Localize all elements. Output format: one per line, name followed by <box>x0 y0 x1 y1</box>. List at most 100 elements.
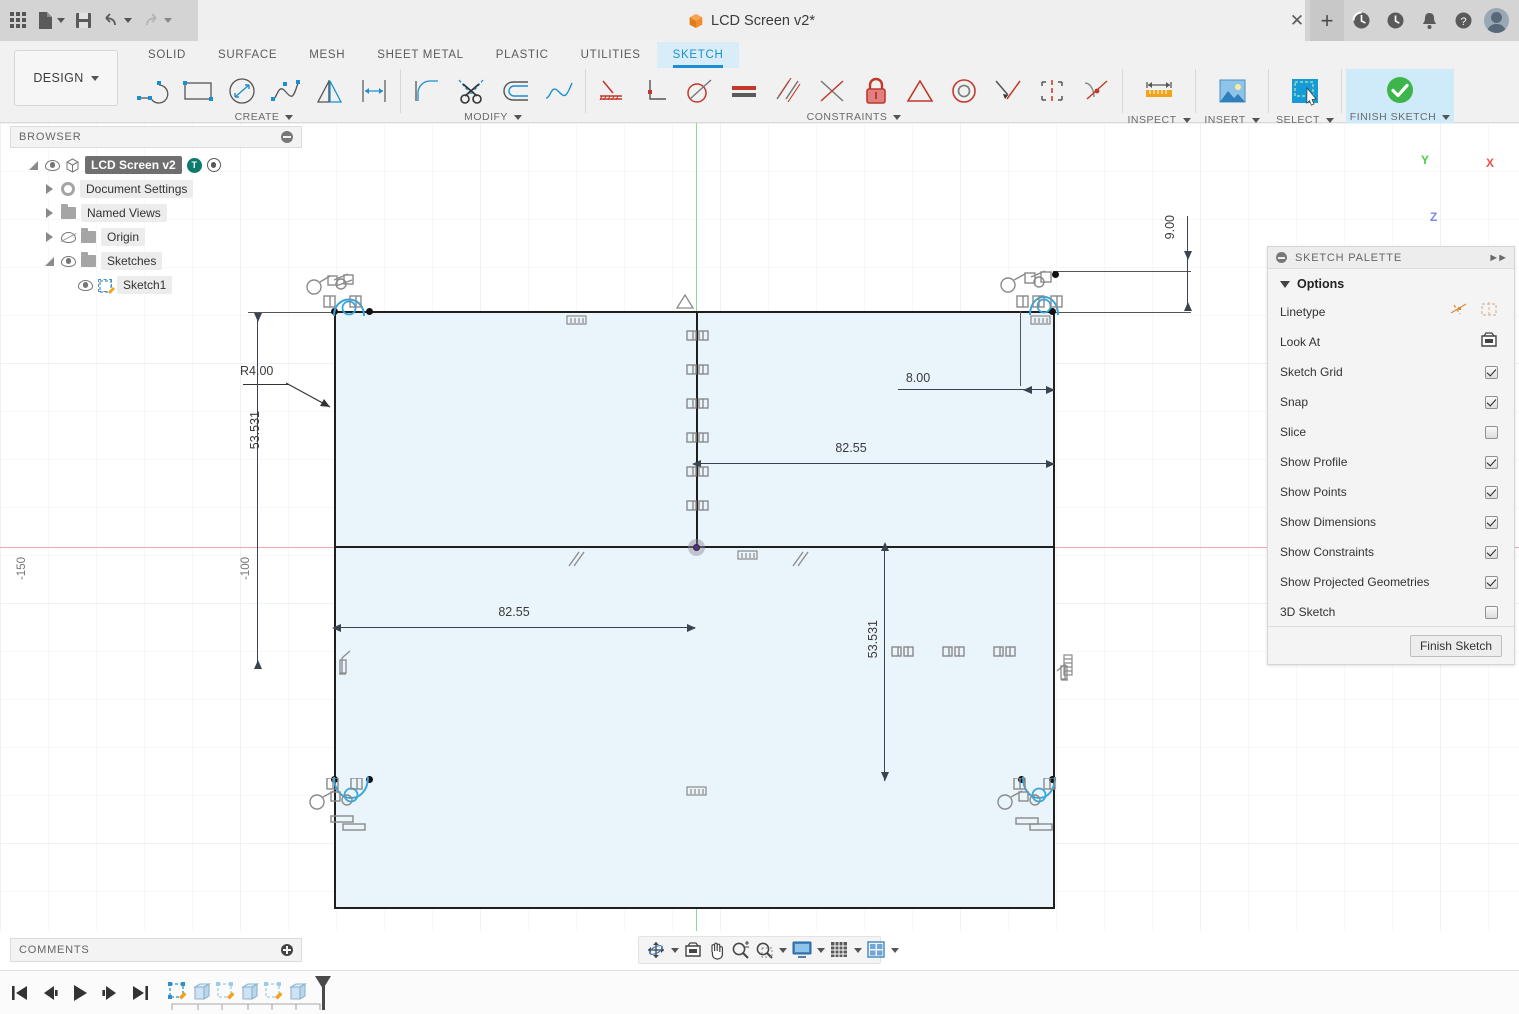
show-profile-checkbox[interactable] <box>1485 456 1498 469</box>
palette-collapse-icon[interactable] <box>1276 252 1287 263</box>
fix-lock-icon[interactable] <box>854 69 898 113</box>
dimension-value[interactable]: 82.55 <box>835 441 866 455</box>
create-group-label[interactable]: CREATE <box>235 111 294 123</box>
horizontal-constraint-icon[interactable] <box>1030 315 1052 327</box>
horizontal-constraint-icon[interactable] <box>686 786 708 798</box>
mirror-icon[interactable] <box>308 69 352 113</box>
show-dimensions-checkbox[interactable] <box>1485 516 1498 529</box>
step-forward-icon[interactable] <box>98 980 122 1006</box>
parallel-icon[interactable] <box>766 69 810 113</box>
viewports-icon[interactable] <box>865 938 901 962</box>
tab-mesh[interactable]: MESH <box>293 42 361 68</box>
dimension-value[interactable]: 53.531 <box>866 620 880 658</box>
dimension-value[interactable]: 53.531 <box>248 411 262 449</box>
job-status-icon[interactable] <box>1344 0 1378 41</box>
tree-node-origin[interactable]: Origin <box>10 225 302 249</box>
pan-hand-icon[interactable] <box>705 938 728 962</box>
app-grid-icon[interactable] <box>6 4 31 38</box>
expander-right-icon[interactable] <box>42 184 56 194</box>
zoom-icon[interactable] <box>729 938 752 962</box>
account-avatar[interactable] <box>1484 8 1509 33</box>
rectangle-icon[interactable] <box>176 69 220 113</box>
visibility-eye-icon[interactable] <box>61 256 76 267</box>
equal-icon[interactable] <box>722 69 766 113</box>
curvature-icon[interactable] <box>1074 69 1118 113</box>
perpendicular-icon[interactable] <box>634 69 678 113</box>
tree-node-sketches[interactable]: Sketches <box>10 249 302 273</box>
tab-surface[interactable]: SURFACE <box>202 42 293 68</box>
constraint-row-mid[interactable] <box>890 643 1030 669</box>
select-panel-button[interactable]: SELECT <box>1273 69 1337 126</box>
midpoint-icon[interactable] <box>898 69 942 113</box>
close-icon[interactable]: ✕ <box>1284 0 1310 41</box>
parallel-constraint-icon[interactable] <box>566 548 588 570</box>
vertical-constraint-icon[interactable] <box>1060 653 1076 681</box>
collinear-icon[interactable] <box>986 69 1030 113</box>
look-at-icon[interactable] <box>682 938 704 962</box>
show-points-checkbox[interactable] <box>1485 486 1498 499</box>
modify-group-label[interactable]: MODIFY <box>464 111 522 123</box>
orbit-icon[interactable] <box>644 938 681 962</box>
jump-end-icon[interactable] <box>128 980 152 1006</box>
dimension-line[interactable] <box>257 313 258 669</box>
workspace-switcher[interactable]: DESIGN <box>14 50 118 106</box>
dimension-value[interactable]: 8.00 <box>906 371 930 385</box>
redo-icon[interactable] <box>138 4 176 38</box>
save-icon[interactable] <box>71 4 96 38</box>
midpoint-constraint-icon[interactable] <box>675 293 695 311</box>
tree-node-lcd-screen[interactable]: LCD Screen v2 T <box>10 153 302 177</box>
expander-right-icon[interactable] <box>42 208 56 218</box>
display-settings-icon[interactable] <box>790 938 827 962</box>
radio-badge[interactable] <box>207 158 221 172</box>
tab-plastic[interactable]: PLASTIC <box>480 42 565 68</box>
dimension-value[interactable]: 9.00 <box>1163 215 1177 239</box>
break-icon[interactable] <box>537 69 581 113</box>
fix-constraint-icon[interactable] <box>338 648 358 676</box>
coincident-icon[interactable] <box>810 69 854 113</box>
horizontal-constraint-icon[interactable] <box>566 315 588 327</box>
constraint-column[interactable] <box>684 329 712 629</box>
play-icon[interactable] <box>68 980 92 1006</box>
dimension-line[interactable] <box>337 627 695 628</box>
tree-node-sketch1[interactable]: Sketch1 <box>10 273 302 297</box>
finish-sketch-palette-button[interactable]: Finish Sketch <box>1410 635 1502 657</box>
add-comment-icon[interactable] <box>281 944 293 956</box>
constraint-cluster-top-left[interactable] <box>300 268 384 316</box>
tree-node-document-settings[interactable]: Document Settings <box>10 177 302 201</box>
constraint-cluster-bottom-right[interactable] <box>992 778 1082 832</box>
step-back-icon[interactable] <box>38 980 62 1006</box>
horizontal-vertical-icon[interactable] <box>590 69 634 113</box>
constraints-group-label[interactable]: CONSTRAINTS <box>807 111 902 123</box>
show-projected-geometries-checkbox[interactable] <box>1485 576 1498 589</box>
jump-start-icon[interactable] <box>8 980 32 1006</box>
constraint-cluster-bottom-left[interactable] <box>303 778 387 832</box>
comments-panel[interactable]: COMMENTS <box>10 938 302 962</box>
offset-icon[interactable] <box>493 69 537 113</box>
expander-down-icon[interactable] <box>26 161 40 170</box>
centerline-icon[interactable] <box>1480 302 1498 322</box>
zoom-window-icon[interactable] <box>753 938 789 962</box>
circle-icon[interactable] <box>220 69 264 113</box>
concentric-icon[interactable] <box>942 69 986 113</box>
help-icon[interactable]: ? <box>1446 0 1480 41</box>
palette-expand-icon[interactable]: ►► <box>1488 252 1506 264</box>
inspect-panel-button[interactable]: INSPECT <box>1127 69 1191 126</box>
tree-node-named-views[interactable]: Named Views <box>10 201 302 225</box>
spline-icon[interactable] <box>264 69 308 113</box>
sketch-grid-checkbox[interactable] <box>1485 366 1498 379</box>
timeline-marker[interactable] <box>322 976 325 1010</box>
tab-sheet-metal[interactable]: SHEET METAL <box>361 42 480 68</box>
tangent-icon[interactable] <box>678 69 722 113</box>
new-file-icon[interactable] <box>33 4 69 38</box>
undo-icon[interactable] <box>98 4 136 38</box>
show-constraints-checkbox[interactable] <box>1485 546 1498 559</box>
line-icon[interactable] <box>132 69 176 113</box>
dimension-line[interactable] <box>697 463 1053 464</box>
recent-icon[interactable] <box>1378 0 1412 41</box>
new-tab-icon[interactable]: + <box>1310 0 1344 41</box>
visibility-eye-icon[interactable] <box>45 160 60 171</box>
tab-solid[interactable]: SOLID <box>132 42 202 68</box>
dimension-value[interactable]: 82.55 <box>498 605 529 619</box>
constraint-cluster-top-right[interactable] <box>995 263 1085 318</box>
snap-checkbox[interactable] <box>1485 396 1498 409</box>
